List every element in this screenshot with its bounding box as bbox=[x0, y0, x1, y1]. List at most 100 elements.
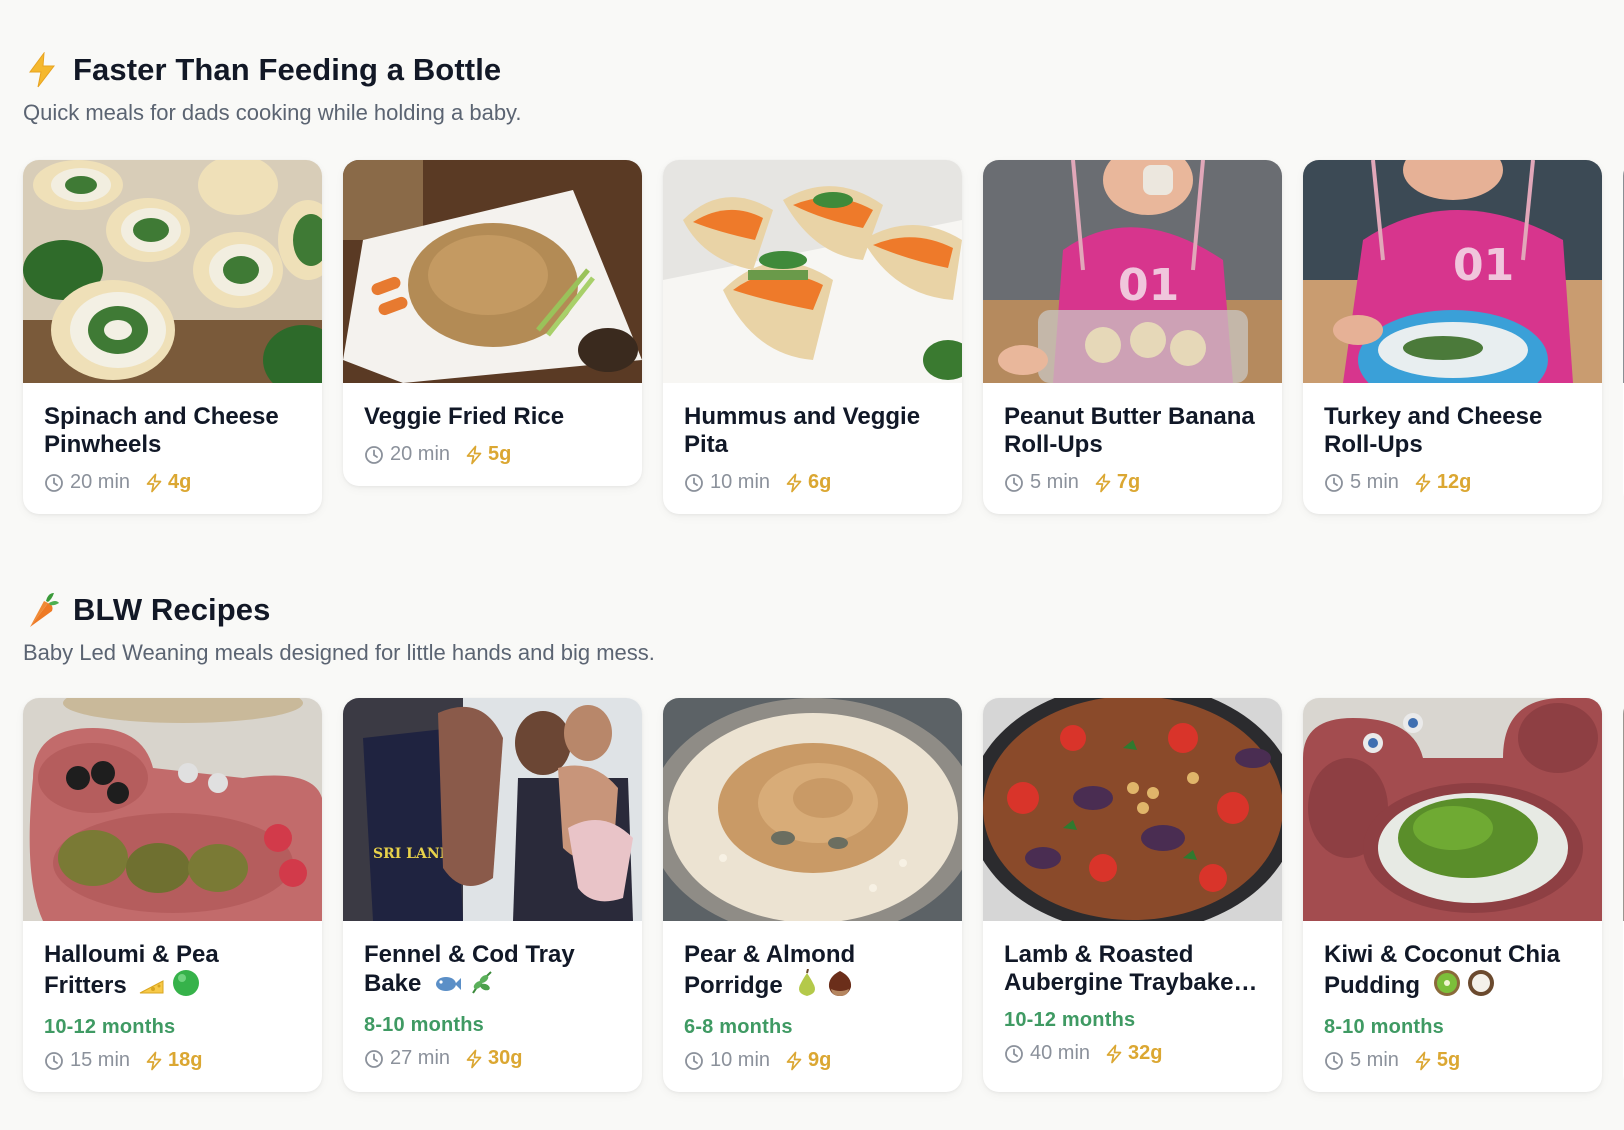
fried-rice-photo bbox=[343, 160, 642, 383]
card-body: Kiwi & Coconut Chia Pudding 8-10 months bbox=[1303, 921, 1602, 1092]
recipe-meta: 5 min 12g bbox=[1324, 471, 1581, 494]
traybake-photo bbox=[983, 698, 1282, 921]
protein: 12g bbox=[1413, 471, 1471, 494]
recipe-browser: Faster Than Feeding a Bottle Quick meals… bbox=[0, 0, 1624, 1130]
cook-time-value: 27 min bbox=[390, 1047, 451, 1069]
protein: 7g bbox=[1093, 471, 1140, 494]
carrot-icon bbox=[23, 590, 61, 630]
cook-time-value: 5 min bbox=[1350, 1049, 1399, 1071]
cook-time: 10 min bbox=[684, 1049, 770, 1072]
protein: 5g bbox=[464, 443, 511, 466]
protein-value: 12g bbox=[1436, 471, 1472, 493]
age-range: 6-8 months bbox=[684, 1016, 793, 1038]
protein: 6g bbox=[784, 471, 831, 494]
cook-time: 20 min bbox=[44, 471, 130, 494]
cook-time: 15 min bbox=[44, 1049, 130, 1072]
recipe-meta: 10 min 6g bbox=[684, 471, 941, 494]
cook-time-value: 20 min bbox=[70, 471, 131, 493]
clock-icon bbox=[44, 1051, 64, 1071]
herb-emoji bbox=[469, 969, 495, 1002]
recipe-meta: 20 min 5g bbox=[364, 443, 621, 466]
protein: 9g bbox=[784, 1049, 831, 1072]
recipe-meta: 27 min 30g bbox=[364, 1047, 621, 1070]
cook-time: 5 min bbox=[1324, 471, 1399, 494]
recipe-title: Kiwi & Coconut Chia Pudding bbox=[1324, 941, 1581, 1004]
bolt-icon bbox=[1413, 1051, 1433, 1071]
section-header: BLW Recipes bbox=[23, 588, 1624, 632]
cook-time-value: 20 min bbox=[390, 443, 451, 465]
card-body: Hummus and Veggie Pita 10 min 6g bbox=[663, 383, 962, 514]
recipe-title: Lamb & Roasted Aubergine Traybake… bbox=[1004, 941, 1258, 996]
recipe-carousel[interactable]: Halloumi & Pea Fritters 10-12 months 15 … bbox=[23, 698, 1624, 1092]
fish-emoji bbox=[434, 973, 462, 1002]
recipe-card[interactable]: 01 Peanut Butter Banana Roll-Ups 5 min 7… bbox=[983, 160, 1282, 514]
bolt-icon bbox=[784, 473, 804, 493]
recipe-card[interactable]: Veggie Fried Rice 20 min 5g bbox=[343, 160, 642, 486]
cook-time: 5 min bbox=[1324, 1049, 1399, 1072]
card-body: Halloumi & Pea Fritters 10-12 months 15 … bbox=[23, 921, 322, 1092]
clock-icon bbox=[1324, 1051, 1344, 1071]
protein-value: 4g bbox=[168, 471, 192, 493]
kiwi-emoji bbox=[1433, 969, 1461, 1004]
cook-time: 20 min bbox=[364, 443, 450, 466]
bolt-icon bbox=[1413, 473, 1433, 493]
cook-time-value: 10 min bbox=[710, 471, 771, 493]
cook-time: 10 min bbox=[684, 471, 770, 494]
cook-time-value: 5 min bbox=[1350, 471, 1399, 493]
card-body: Lamb & Roasted Aubergine Traybake… 10-12… bbox=[983, 921, 1282, 1085]
recipe-card[interactable]: 01 Turkey and Cheese Roll-Ups 5 min 12g bbox=[1303, 160, 1602, 514]
cook-time: 40 min bbox=[1004, 1042, 1090, 1065]
recipe-card[interactable]: Pear & Almond Porridge 6-8 months 10 min… bbox=[663, 698, 962, 1092]
cook-time-value: 10 min bbox=[710, 1049, 771, 1071]
protein-value: 7g bbox=[1116, 471, 1141, 493]
protein-value: 9g bbox=[808, 1049, 832, 1071]
recipe-title: Pear & Almond Porridge bbox=[684, 941, 941, 1004]
section-header: Faster Than Feeding a Bottle bbox=[23, 48, 1624, 92]
protein-value: 5g bbox=[488, 443, 512, 465]
cheese-emoji bbox=[139, 975, 165, 1004]
cook-time-value: 15 min bbox=[70, 1049, 131, 1071]
age-range: 10-12 months bbox=[44, 1016, 176, 1038]
recipe-card[interactable]: Spinach and Cheese Pinwheels 20 min 4g bbox=[23, 160, 322, 514]
bolt-icon bbox=[1104, 1044, 1124, 1064]
coconut-emoji bbox=[1467, 969, 1495, 1004]
section-title: Faster Than Feeding a Bottle bbox=[73, 52, 502, 87]
recipe-title: Turkey and Cheese Roll-Ups bbox=[1324, 403, 1543, 458]
pita-photo bbox=[663, 160, 962, 383]
baby-bowl-photo: 01 bbox=[1303, 160, 1602, 383]
recipe-meta: 40 min 32g bbox=[1004, 1042, 1261, 1065]
clock-icon bbox=[684, 473, 704, 493]
card-body: Fennel & Cod Tray Bake 8-10 months 27 mi… bbox=[343, 921, 642, 1090]
section-subtitle: Quick meals for dads cooking while holdi… bbox=[23, 100, 522, 125]
recipe-meta: 15 min 18g bbox=[44, 1049, 301, 1072]
recipe-title: Spinach and Cheese Pinwheels bbox=[44, 403, 279, 458]
age-range: 10-12 months bbox=[1004, 1009, 1136, 1031]
section-blw-recipes: BLW Recipes Baby Led Weaning meals desig… bbox=[23, 588, 1624, 1092]
section-subtitle: Baby Led Weaning meals designed for litt… bbox=[23, 640, 655, 665]
bolt-icon bbox=[144, 473, 164, 493]
bolt-icon bbox=[144, 1051, 164, 1071]
clock-icon bbox=[1004, 1044, 1024, 1064]
bolt-icon bbox=[784, 1051, 804, 1071]
pear-emoji bbox=[795, 968, 819, 1004]
family-fish-photo: SRI LANKA bbox=[343, 698, 642, 921]
lightning-icon bbox=[23, 50, 61, 90]
protein: 18g bbox=[144, 1049, 203, 1072]
clock-icon bbox=[684, 1051, 704, 1071]
recipe-card[interactable]: Kiwi & Coconut Chia Pudding 8-10 months bbox=[1303, 698, 1602, 1092]
recipe-card[interactable]: Halloumi & Pea Fritters 10-12 months 15 … bbox=[23, 698, 322, 1092]
protein-value: 18g bbox=[168, 1049, 203, 1071]
card-body: Turkey and Cheese Roll-Ups 5 min 12g bbox=[1303, 383, 1602, 514]
protein-value: 30g bbox=[488, 1047, 523, 1069]
recipe-card[interactable]: Lamb & Roasted Aubergine Traybake… 10-12… bbox=[983, 698, 1282, 1092]
clock-icon bbox=[44, 473, 64, 493]
recipe-carousel[interactable]: Spinach and Cheese Pinwheels 20 min 4g V… bbox=[23, 160, 1624, 514]
clock-icon bbox=[364, 445, 384, 465]
recipe-card[interactable]: Hummus and Veggie Pita 10 min 6g bbox=[663, 160, 962, 514]
recipe-title: Peanut Butter Banana Roll-Ups bbox=[1004, 403, 1255, 458]
protein-value: 32g bbox=[1128, 1042, 1163, 1064]
recipe-card[interactable]: SRI LANKA Fennel & Cod Tray Bake 8-10 mo… bbox=[343, 698, 642, 1092]
card-body: Spinach and Cheese Pinwheels 20 min 4g bbox=[23, 383, 322, 514]
protein: 32g bbox=[1104, 1042, 1163, 1065]
recipe-meta: 10 min 9g bbox=[684, 1049, 941, 1072]
